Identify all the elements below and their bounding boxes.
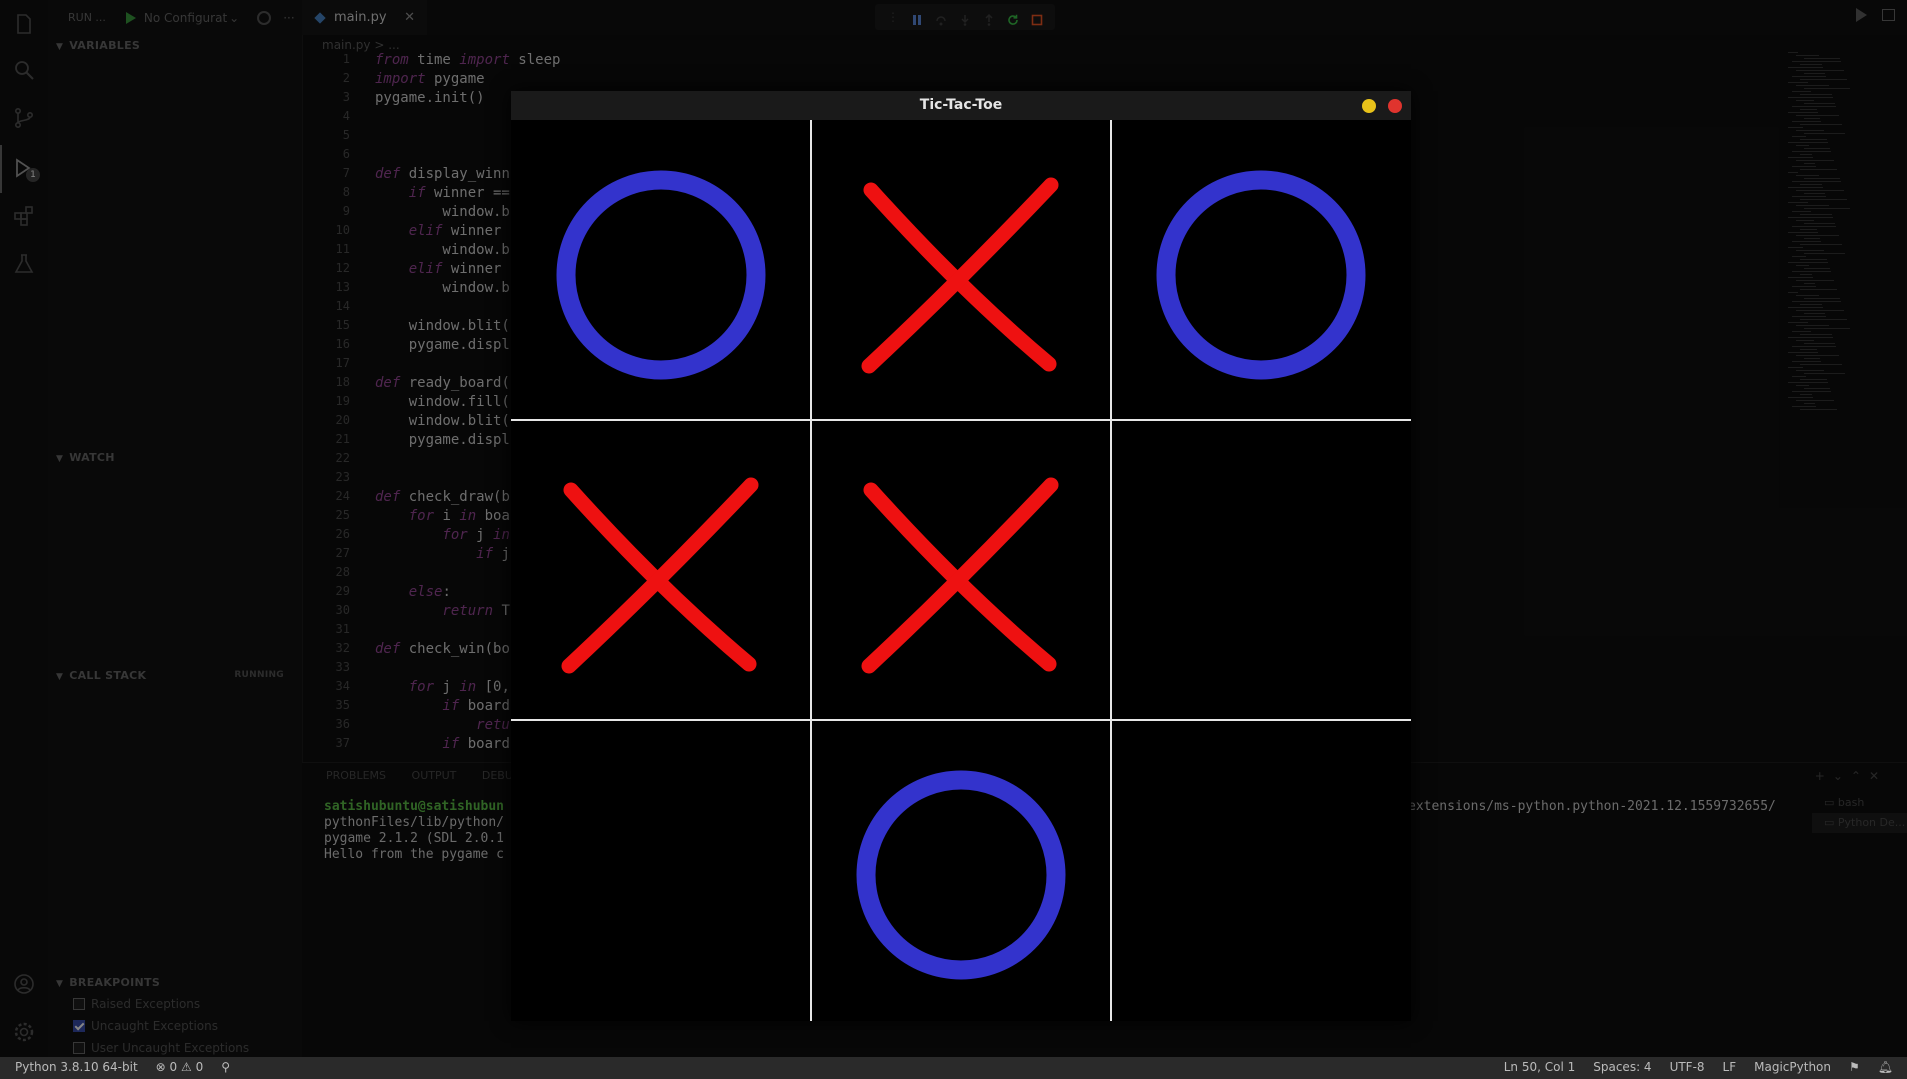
window-titlebar[interactable]: Tic-Tac-Toe xyxy=(511,91,1411,120)
board-cell-1[interactable] xyxy=(511,120,810,419)
o-mark-icon xyxy=(856,770,1066,980)
encoding[interactable]: UTF-8 xyxy=(1670,1060,1705,1074)
window-title: Tic-Tac-Toe xyxy=(919,97,1003,113)
tic-tac-toe-window[interactable]: Tic-Tac-Toe xyxy=(511,91,1411,1021)
debug-status-icon[interactable]: ⚲ xyxy=(221,1060,230,1074)
board-cell-5[interactable] xyxy=(811,420,1110,719)
indentation[interactable]: Spaces: 4 xyxy=(1593,1060,1651,1074)
feedback-icon[interactable]: ⚑ xyxy=(1849,1060,1860,1074)
board-cell-2[interactable] xyxy=(811,120,1110,419)
game-board[interactable] xyxy=(511,120,1411,1021)
o-mark-icon xyxy=(556,170,766,380)
o-mark-icon xyxy=(1156,170,1366,380)
status-bar: Python 3.8.10 64-bit ⊗ 0 ⚠ 0 ⚲ Ln 50, Co… xyxy=(0,1057,1907,1079)
board-cell-9[interactable] xyxy=(1111,720,1410,1019)
line-ending[interactable]: LF xyxy=(1723,1060,1737,1074)
warning-icon: ⚠ xyxy=(181,1060,192,1074)
x-mark-icon xyxy=(861,477,1059,674)
problems-count[interactable]: ⊗ 0 ⚠ 0 xyxy=(156,1060,204,1074)
error-icon: ⊗ xyxy=(155,1060,166,1074)
minimize-button[interactable] xyxy=(1362,99,1376,113)
python-interpreter[interactable]: Python 3.8.10 64-bit xyxy=(15,1060,138,1074)
board-cell-7[interactable] xyxy=(511,720,810,1019)
cursor-position[interactable]: Ln 50, Col 1 xyxy=(1504,1060,1576,1074)
notifications-bell-icon[interactable]: 🔔︎ xyxy=(1878,1060,1893,1074)
x-mark-icon xyxy=(561,477,759,674)
x-mark-icon xyxy=(861,177,1059,374)
language-mode[interactable]: MagicPython xyxy=(1754,1060,1831,1074)
board-cell-6[interactable] xyxy=(1111,420,1410,719)
board-cell-4[interactable] xyxy=(511,420,810,719)
close-button[interactable] xyxy=(1388,99,1402,113)
board-cell-8[interactable] xyxy=(811,720,1110,1019)
board-cell-3[interactable] xyxy=(1111,120,1410,419)
